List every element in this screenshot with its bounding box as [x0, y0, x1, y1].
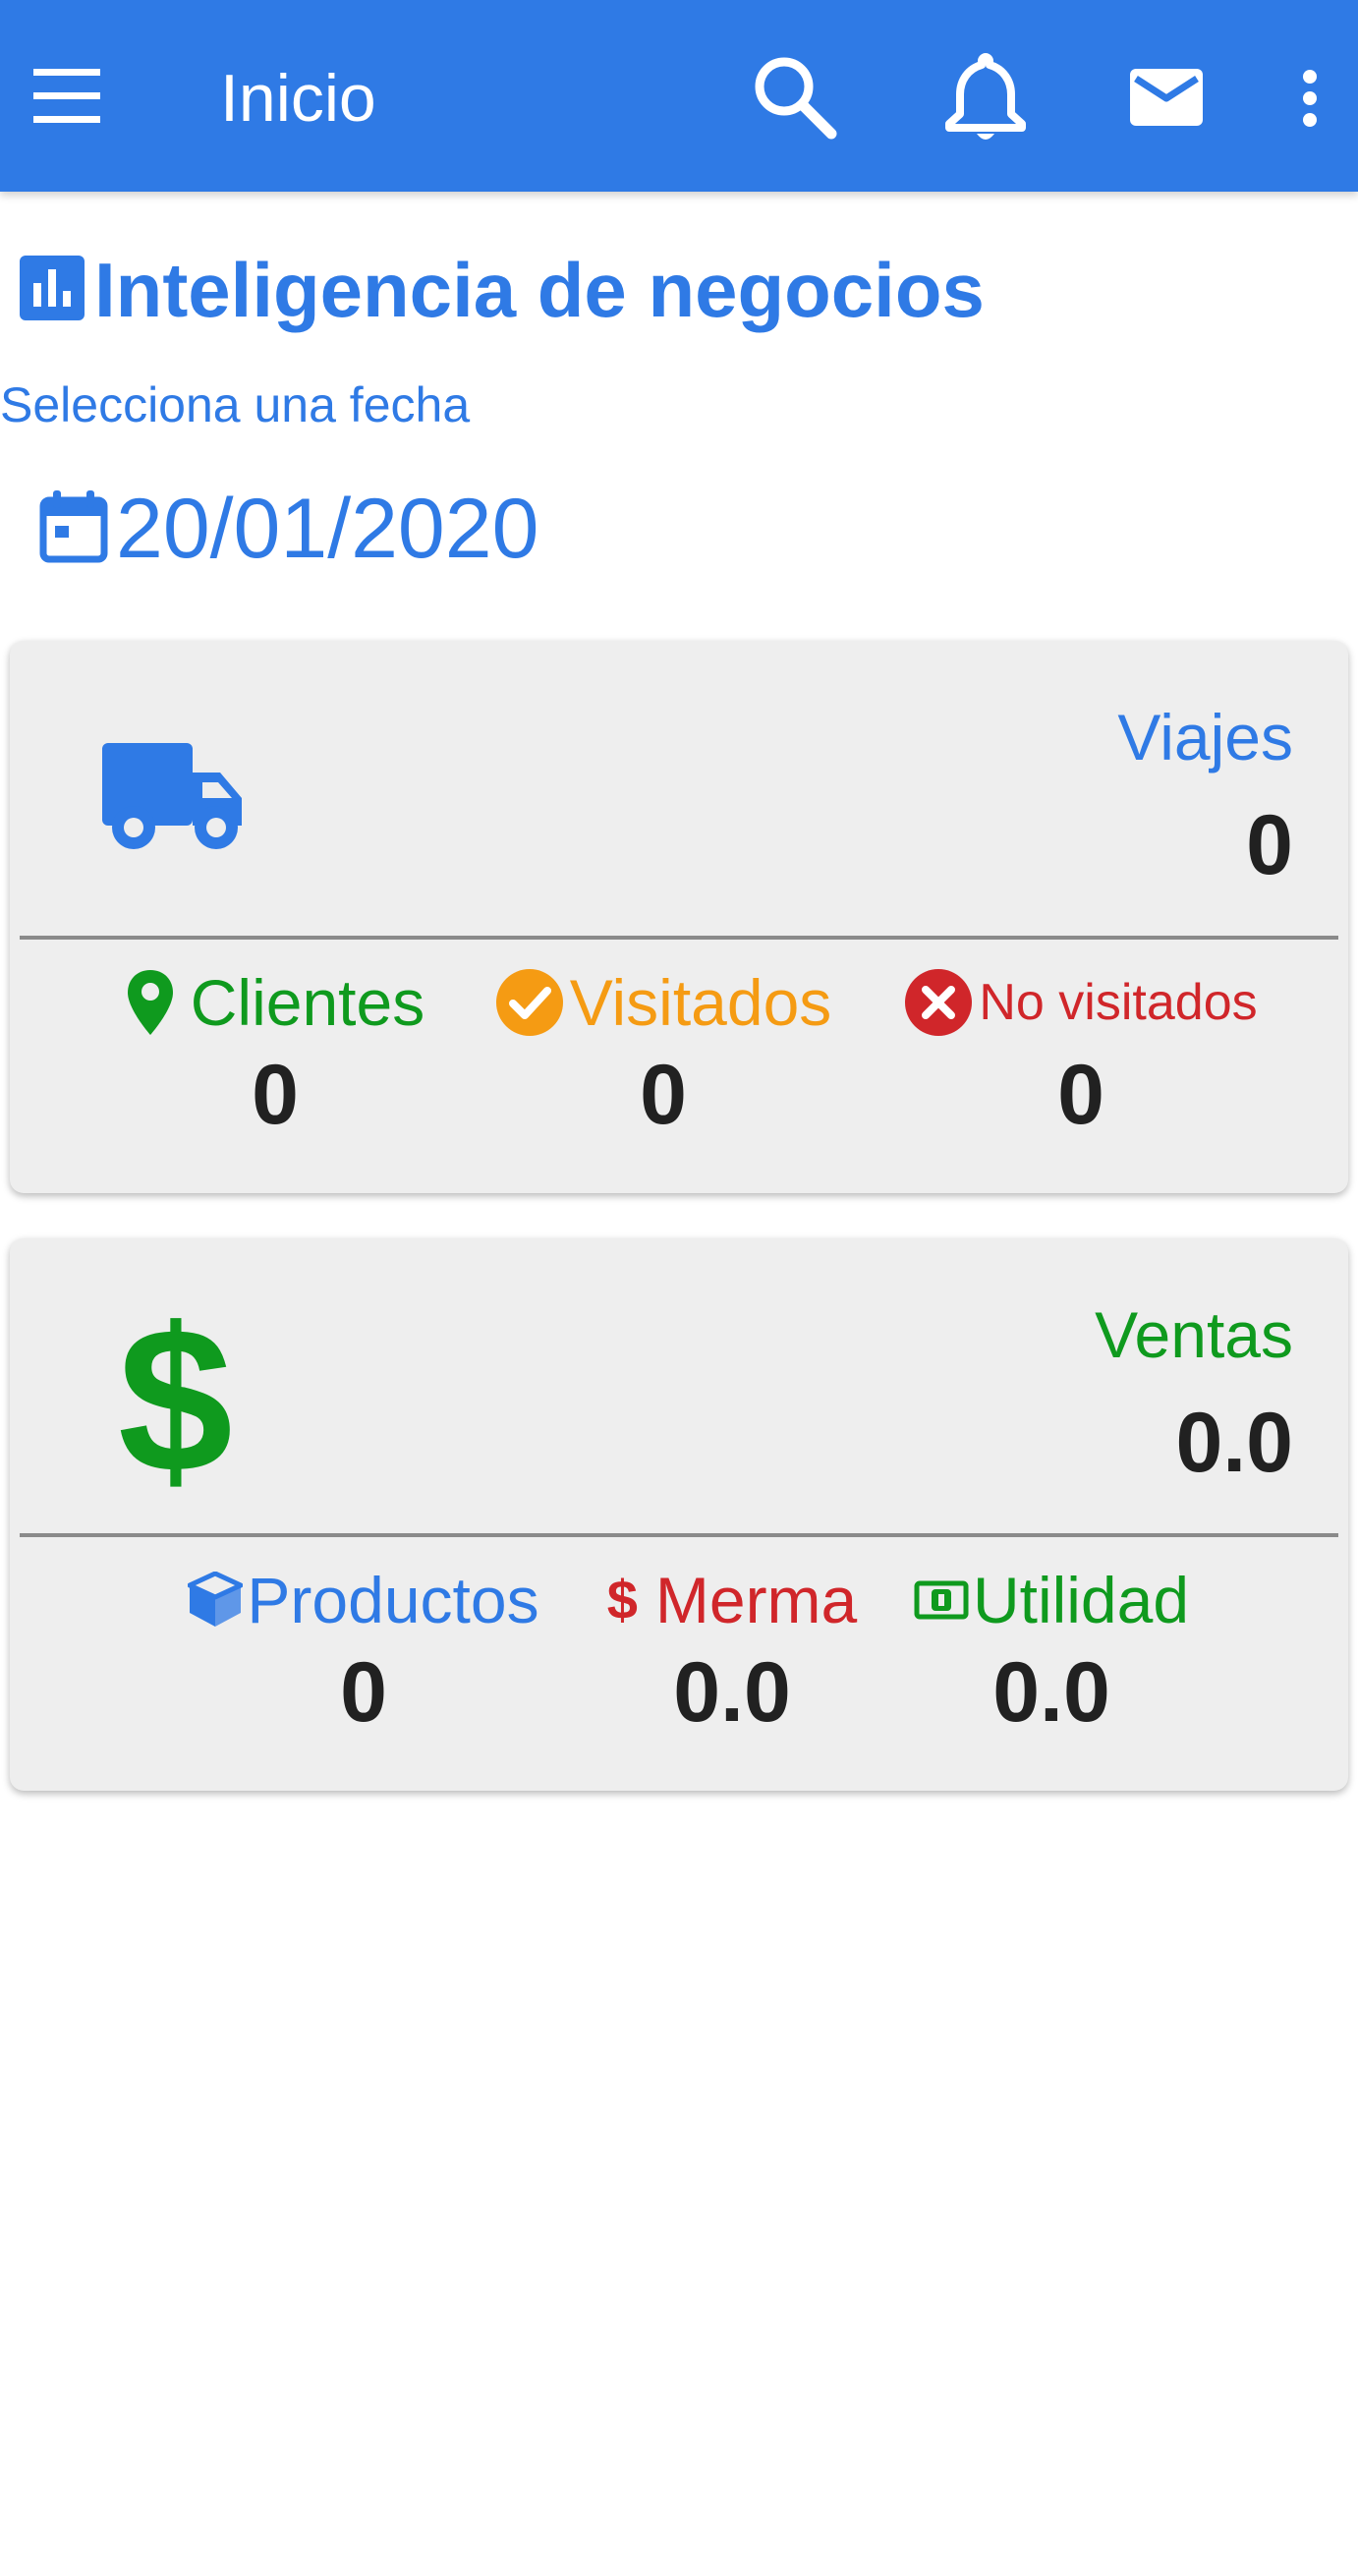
- mail-icon[interactable]: [1130, 69, 1203, 131]
- selected-date[interactable]: 20/01/2020: [116, 480, 538, 578]
- utilidad-value: 0.0: [992, 1645, 1110, 1740]
- date-picker[interactable]: 20/01/2020: [39, 480, 538, 578]
- page-title-text: Inteligencia de negocios: [94, 247, 985, 333]
- dollar-small-icon: $: [606, 1569, 638, 1631]
- box-icon: [188, 1572, 244, 1629]
- visitados-value: 0: [640, 1048, 687, 1142]
- date-prompt: Selecciona una fecha: [0, 377, 471, 432]
- productos-label: Productos: [247, 1564, 539, 1636]
- divider: [20, 936, 1338, 940]
- merma-label: Merma: [654, 1564, 858, 1636]
- dollar-icon: $: [118, 1285, 233, 1516]
- search-icon[interactable]: [749, 51, 837, 144]
- sales-card[interactable]: $ Ventas 0.0 Productos 0 $ Merma 0.0 Uti…: [10, 1238, 1348, 1791]
- app-bar-title: Inicio: [220, 61, 376, 136]
- more-vert-icon[interactable]: [1297, 69, 1323, 133]
- stat-merma: $ Merma 0.0: [590, 1563, 875, 1742]
- clientes-label: Clientes: [190, 966, 425, 1039]
- divider: [20, 1533, 1338, 1537]
- visitados-label: Visitados: [569, 966, 832, 1039]
- trips-card[interactable]: Viajes 0 Clientes 0 Visitados 0 No visit…: [10, 641, 1348, 1193]
- truck-icon: [92, 737, 250, 858]
- app-bar: Inicio: [0, 0, 1358, 192]
- utilidad-label: Utilidad: [972, 1564, 1190, 1636]
- money-icon: [914, 1580, 969, 1620]
- page-title: Inteligencia de negocios: [20, 246, 985, 334]
- location-pin-icon: [126, 968, 175, 1037]
- no-visitados-label: No visitados: [979, 974, 1258, 1031]
- stat-utilidad: Utilidad 0.0: [894, 1563, 1209, 1742]
- menu-icon[interactable]: [33, 69, 100, 124]
- merma-value: 0.0: [673, 1645, 791, 1740]
- stat-visitados: Visitados 0: [472, 965, 855, 1144]
- bar-chart-icon: [20, 255, 85, 325]
- no-visitados-value: 0: [1057, 1048, 1104, 1142]
- check-circle-icon: [495, 968, 564, 1037]
- bell-icon[interactable]: [941, 51, 1030, 150]
- clientes-value: 0: [252, 1048, 299, 1142]
- stat-productos: Productos 0: [167, 1563, 560, 1742]
- calendar-icon[interactable]: [39, 489, 108, 568]
- cancel-circle-icon: [904, 968, 973, 1037]
- trips-label: Viajes: [1117, 701, 1293, 773]
- trips-value: 0: [1246, 798, 1293, 892]
- productos-value: 0: [340, 1645, 387, 1740]
- sales-label: Ventas: [1095, 1298, 1293, 1371]
- stat-no-visitados: No visitados 0: [875, 965, 1287, 1144]
- stat-clientes: Clientes 0: [108, 965, 442, 1144]
- sales-value: 0.0: [1175, 1396, 1293, 1490]
